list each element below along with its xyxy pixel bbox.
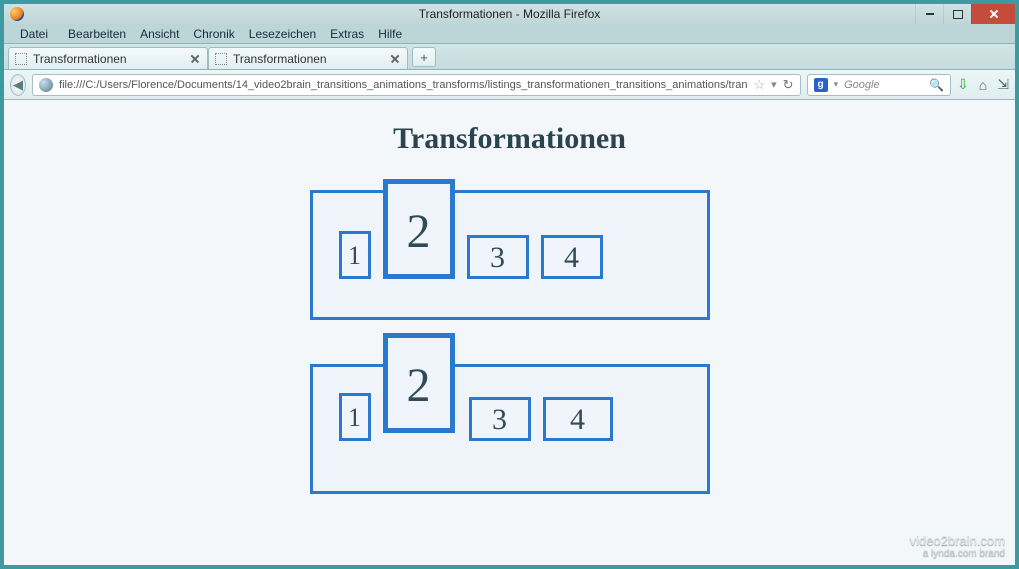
firefox-icon	[10, 7, 24, 21]
fullscreen-icon[interactable]: ⇲	[997, 76, 1009, 93]
demo-block: 2	[383, 179, 455, 279]
dropdown-icon[interactable]: ▾	[771, 78, 777, 91]
tab-close-icon[interactable]	[389, 53, 401, 65]
new-tab-button[interactable]: +	[412, 47, 436, 67]
home-icon[interactable]: ⌂	[979, 77, 987, 93]
demo-block: 3	[467, 235, 529, 279]
menu-view[interactable]: Ansicht	[134, 26, 185, 42]
watermark: video2brain.com a lynda.com brand	[910, 534, 1005, 559]
menu-help[interactable]: Hilfe	[372, 26, 408, 42]
browser-tab[interactable]: Transformationen	[8, 47, 208, 69]
url-text: file:///C:/Users/Florence/Documents/14_v…	[59, 79, 747, 91]
page-title: Transformationen	[4, 122, 1015, 156]
favicon-icon	[15, 53, 27, 65]
back-button[interactable]: ◀	[10, 74, 26, 96]
demo-block: 4	[543, 397, 613, 441]
search-icon[interactable]: 🔍	[929, 78, 944, 92]
transform-demo-box: 1 2 3 4	[310, 364, 710, 494]
search-bar[interactable]: g ▾ Google 🔍	[807, 74, 951, 96]
demo-block: 3	[469, 397, 531, 441]
search-engine-icon: g	[814, 78, 828, 92]
menu-tools[interactable]: Extras	[324, 26, 370, 42]
menu-history[interactable]: Chronik	[187, 26, 240, 42]
demo-block: 1	[339, 231, 371, 279]
tab-title: Transformationen	[233, 52, 383, 66]
favicon-icon	[215, 53, 227, 65]
tab-strip: Transformationen Transformationen +	[4, 44, 1015, 70]
menubar: Datei Bearbeiten Ansicht Chronik Lesezei…	[4, 24, 1015, 44]
globe-icon	[39, 78, 53, 92]
navigation-toolbar: ◀ file:///C:/Users/Florence/Documents/14…	[4, 70, 1015, 100]
menu-edit[interactable]: Bearbeiten	[62, 26, 132, 42]
window-title: Transformationen - Mozilla Firefox	[419, 7, 601, 21]
download-icon[interactable]: ⇩	[957, 76, 969, 93]
demo-block: 2	[383, 333, 455, 433]
demo-block: 1	[339, 393, 371, 441]
url-bar[interactable]: file:///C:/Users/Florence/Documents/14_v…	[32, 74, 801, 96]
page-viewport: Transformationen 1 2 3 4 1 2 3 4 ↖	[4, 100, 1015, 565]
menu-file[interactable]: Datei	[8, 26, 60, 42]
search-placeholder: Google	[844, 79, 923, 91]
bookmark-star-icon[interactable]: ☆	[753, 77, 765, 93]
menu-bookmarks[interactable]: Lesezeichen	[243, 26, 322, 42]
window-maximize-button[interactable]	[943, 4, 971, 24]
tab-close-icon[interactable]	[189, 53, 201, 65]
browser-tab[interactable]: Transformationen	[208, 47, 408, 69]
watermark-line: a lynda.com brand	[910, 548, 1005, 559]
transform-demo-box: 1 2 3 4	[310, 190, 710, 320]
window-close-button[interactable]	[971, 4, 1015, 24]
reload-icon[interactable]: ↻	[783, 77, 794, 93]
tab-title: Transformationen	[33, 52, 183, 66]
demo-block: 4	[541, 235, 603, 279]
window-titlebar: Transformationen - Mozilla Firefox	[4, 4, 1015, 24]
search-dropdown-icon[interactable]: ▾	[834, 79, 839, 90]
window-minimize-button[interactable]	[915, 4, 943, 24]
watermark-line: video2brain.com	[910, 534, 1005, 548]
